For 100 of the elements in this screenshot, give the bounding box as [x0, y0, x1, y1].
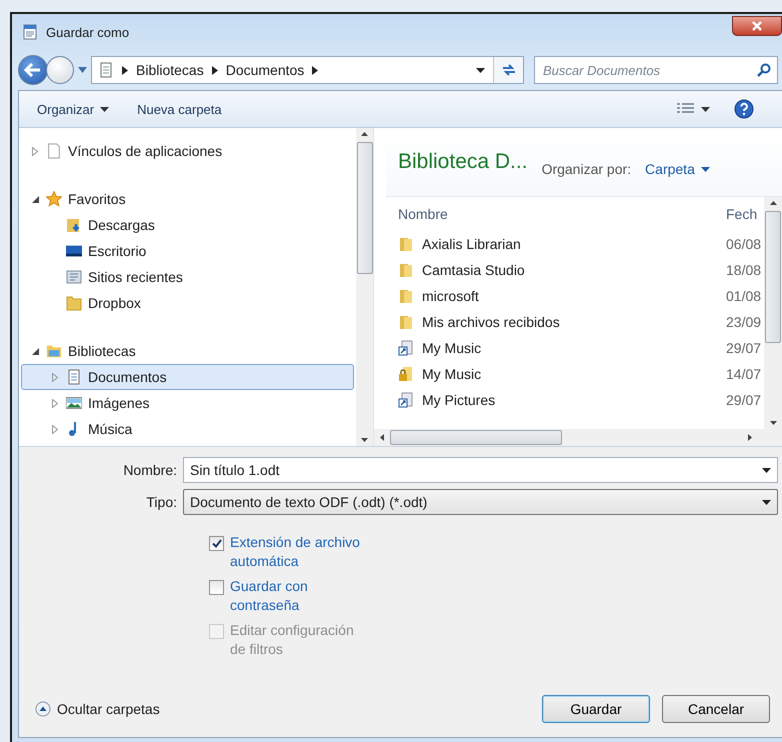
arrange-by-dropdown[interactable]: Carpeta — [645, 161, 710, 177]
library-folder-icon — [46, 343, 62, 359]
scroll-up-arrow-icon[interactable] — [770, 201, 776, 205]
checkbox[interactable] — [209, 536, 224, 551]
checkbox-label[interactable]: Guardar con contraseña — [230, 577, 370, 615]
file-name: microsoft — [422, 288, 480, 304]
tree-item[interactable]: Documentos — [21, 364, 354, 390]
organize-button[interactable]: Organizar — [33, 100, 114, 118]
chevron-icon — [212, 66, 218, 74]
name-label: Nombre: — [122, 462, 178, 478]
chevron-icon — [312, 66, 318, 74]
file-row[interactable]: My Pictures 29/07 — [398, 387, 764, 413]
breadcrumb-item[interactable]: Documentos — [226, 62, 304, 78]
file-name-field[interactable]: Sin título 1.odt — [183, 457, 778, 483]
folder-icon — [398, 314, 414, 330]
file-date: 01/08 — [726, 288, 762, 304]
arrange-by-label: Organizar por: — [542, 161, 632, 177]
tree-item[interactable]: Escritorio — [21, 238, 354, 264]
dropdown-arrow-icon[interactable] — [762, 468, 771, 472]
file-name: Camtasia Studio — [422, 262, 526, 278]
tree-item[interactable]: Dropbox — [21, 290, 354, 316]
document-icon — [66, 369, 82, 385]
file-row[interactable]: Axialis Librarian 06/08 — [398, 231, 764, 257]
address-bar[interactable]: Bibliotecas Documentos — [91, 56, 524, 84]
search-icon — [757, 63, 771, 77]
recent-places-icon — [66, 269, 82, 285]
file-name: My Music — [422, 366, 482, 382]
tree-item[interactable]: Música — [21, 416, 354, 442]
scroll-left-arrow-icon[interactable] — [380, 434, 384, 441]
shortcut-icon — [398, 392, 414, 408]
details-view-icon — [677, 103, 695, 115]
file-row[interactable]: Mis archivos recibidos 23/09 — [398, 309, 764, 335]
scroll-up-arrow-icon[interactable] — [361, 132, 368, 136]
tree-item[interactable]: Descargas — [21, 212, 354, 238]
file-row[interactable]: Camtasia Studio 18/08 — [398, 257, 764, 283]
blank-page-icon — [46, 143, 62, 159]
tree-item[interactable]: Favoritos — [21, 186, 354, 212]
checkbox[interactable] — [209, 580, 224, 595]
refresh-icon — [500, 63, 516, 77]
scroll-down-arrow-icon[interactable] — [361, 438, 368, 442]
file-date: 06/08 — [726, 236, 762, 252]
scrollbar[interactable] — [764, 197, 782, 429]
tree-item[interactable]: Vínculos de aplicaciones — [21, 138, 354, 164]
scroll-right-arrow-icon[interactable] — [748, 434, 752, 441]
close-icon — [751, 21, 763, 31]
search-field[interactable]: Buscar Documentos — [534, 56, 778, 84]
file-row[interactable]: microsoft 01/08 — [398, 283, 764, 309]
scrollbar[interactable] — [356, 128, 373, 446]
back-arrow-icon — [24, 63, 42, 77]
hide-folders-button[interactable]: Ocultar carpetas — [35, 701, 160, 717]
file-date: 23/09 — [726, 314, 762, 330]
checkbox-label[interactable]: Extensión de archivo automática — [230, 533, 370, 571]
scroll-down-arrow-icon[interactable] — [770, 421, 776, 425]
horizontal-scrollbar[interactable] — [374, 429, 782, 446]
collapsed-arrow-icon[interactable] — [52, 398, 58, 408]
checkmark-icon — [212, 539, 222, 548]
breadcrumb-item[interactable]: Bibliotecas — [136, 62, 204, 78]
tree-item[interactable]: Sitios recientes — [21, 264, 354, 290]
column-header[interactable]: Nombre — [398, 206, 726, 222]
file-name: My Pictures — [422, 392, 496, 408]
file-type-dropdown[interactable]: Documento de texto ODF (.odt) (*.odt) — [183, 489, 778, 515]
file-name: My Music — [422, 340, 482, 356]
help-icon[interactable] — [734, 99, 754, 119]
file-date: 29/07 — [726, 392, 762, 408]
folder-icon — [398, 236, 414, 252]
download-folder-icon — [66, 217, 82, 233]
column-header[interactable]: Fech — [726, 206, 764, 222]
dialog-button[interactable]: Guardar — [542, 695, 650, 723]
back-button[interactable] — [18, 55, 48, 85]
file-row[interactable]: My Music 14/07 — [398, 361, 764, 387]
dropdown-arrow-icon[interactable] — [476, 68, 485, 72]
document-icon — [98, 62, 114, 78]
file-name: Axialis Librarian — [422, 236, 522, 252]
collapsed-arrow-icon[interactable] — [52, 424, 58, 434]
file-name: Mis archivos recibidos — [422, 314, 561, 330]
document-icon — [22, 24, 38, 40]
type-label: Tipo: — [145, 494, 178, 510]
new-folder-button[interactable]: Nueva carpeta — [133, 100, 226, 118]
folder-icon — [398, 288, 414, 304]
search-input[interactable]: Buscar Documentos — [535, 62, 757, 78]
dropdown-arrow-icon[interactable] — [762, 500, 771, 504]
locked-folder-icon — [398, 366, 414, 382]
library-title: Biblioteca D... — [398, 150, 528, 174]
forward-button[interactable] — [46, 56, 74, 84]
pictures-icon — [66, 395, 82, 411]
tree-item[interactable]: Bibliotecas — [21, 338, 354, 364]
expanded-arrow-icon[interactable] — [32, 196, 38, 202]
tree-item[interactable]: Imágenes — [21, 390, 354, 416]
refresh-button[interactable] — [493, 57, 523, 83]
file-date: 29/07 — [726, 340, 762, 356]
file-date: 14/07 — [726, 366, 762, 382]
file-row[interactable]: My Music 29/07 — [398, 335, 764, 361]
folder-icon — [398, 262, 414, 278]
caret-icon[interactable] — [78, 67, 87, 73]
window-title: Guardar como — [46, 24, 130, 40]
expanded-arrow-icon[interactable] — [32, 348, 38, 354]
close-button[interactable] — [732, 16, 782, 36]
collapsed-arrow-icon[interactable] — [32, 146, 38, 156]
dialog-button[interactable]: Cancelar — [662, 695, 770, 723]
desktop-icon — [66, 243, 82, 259]
